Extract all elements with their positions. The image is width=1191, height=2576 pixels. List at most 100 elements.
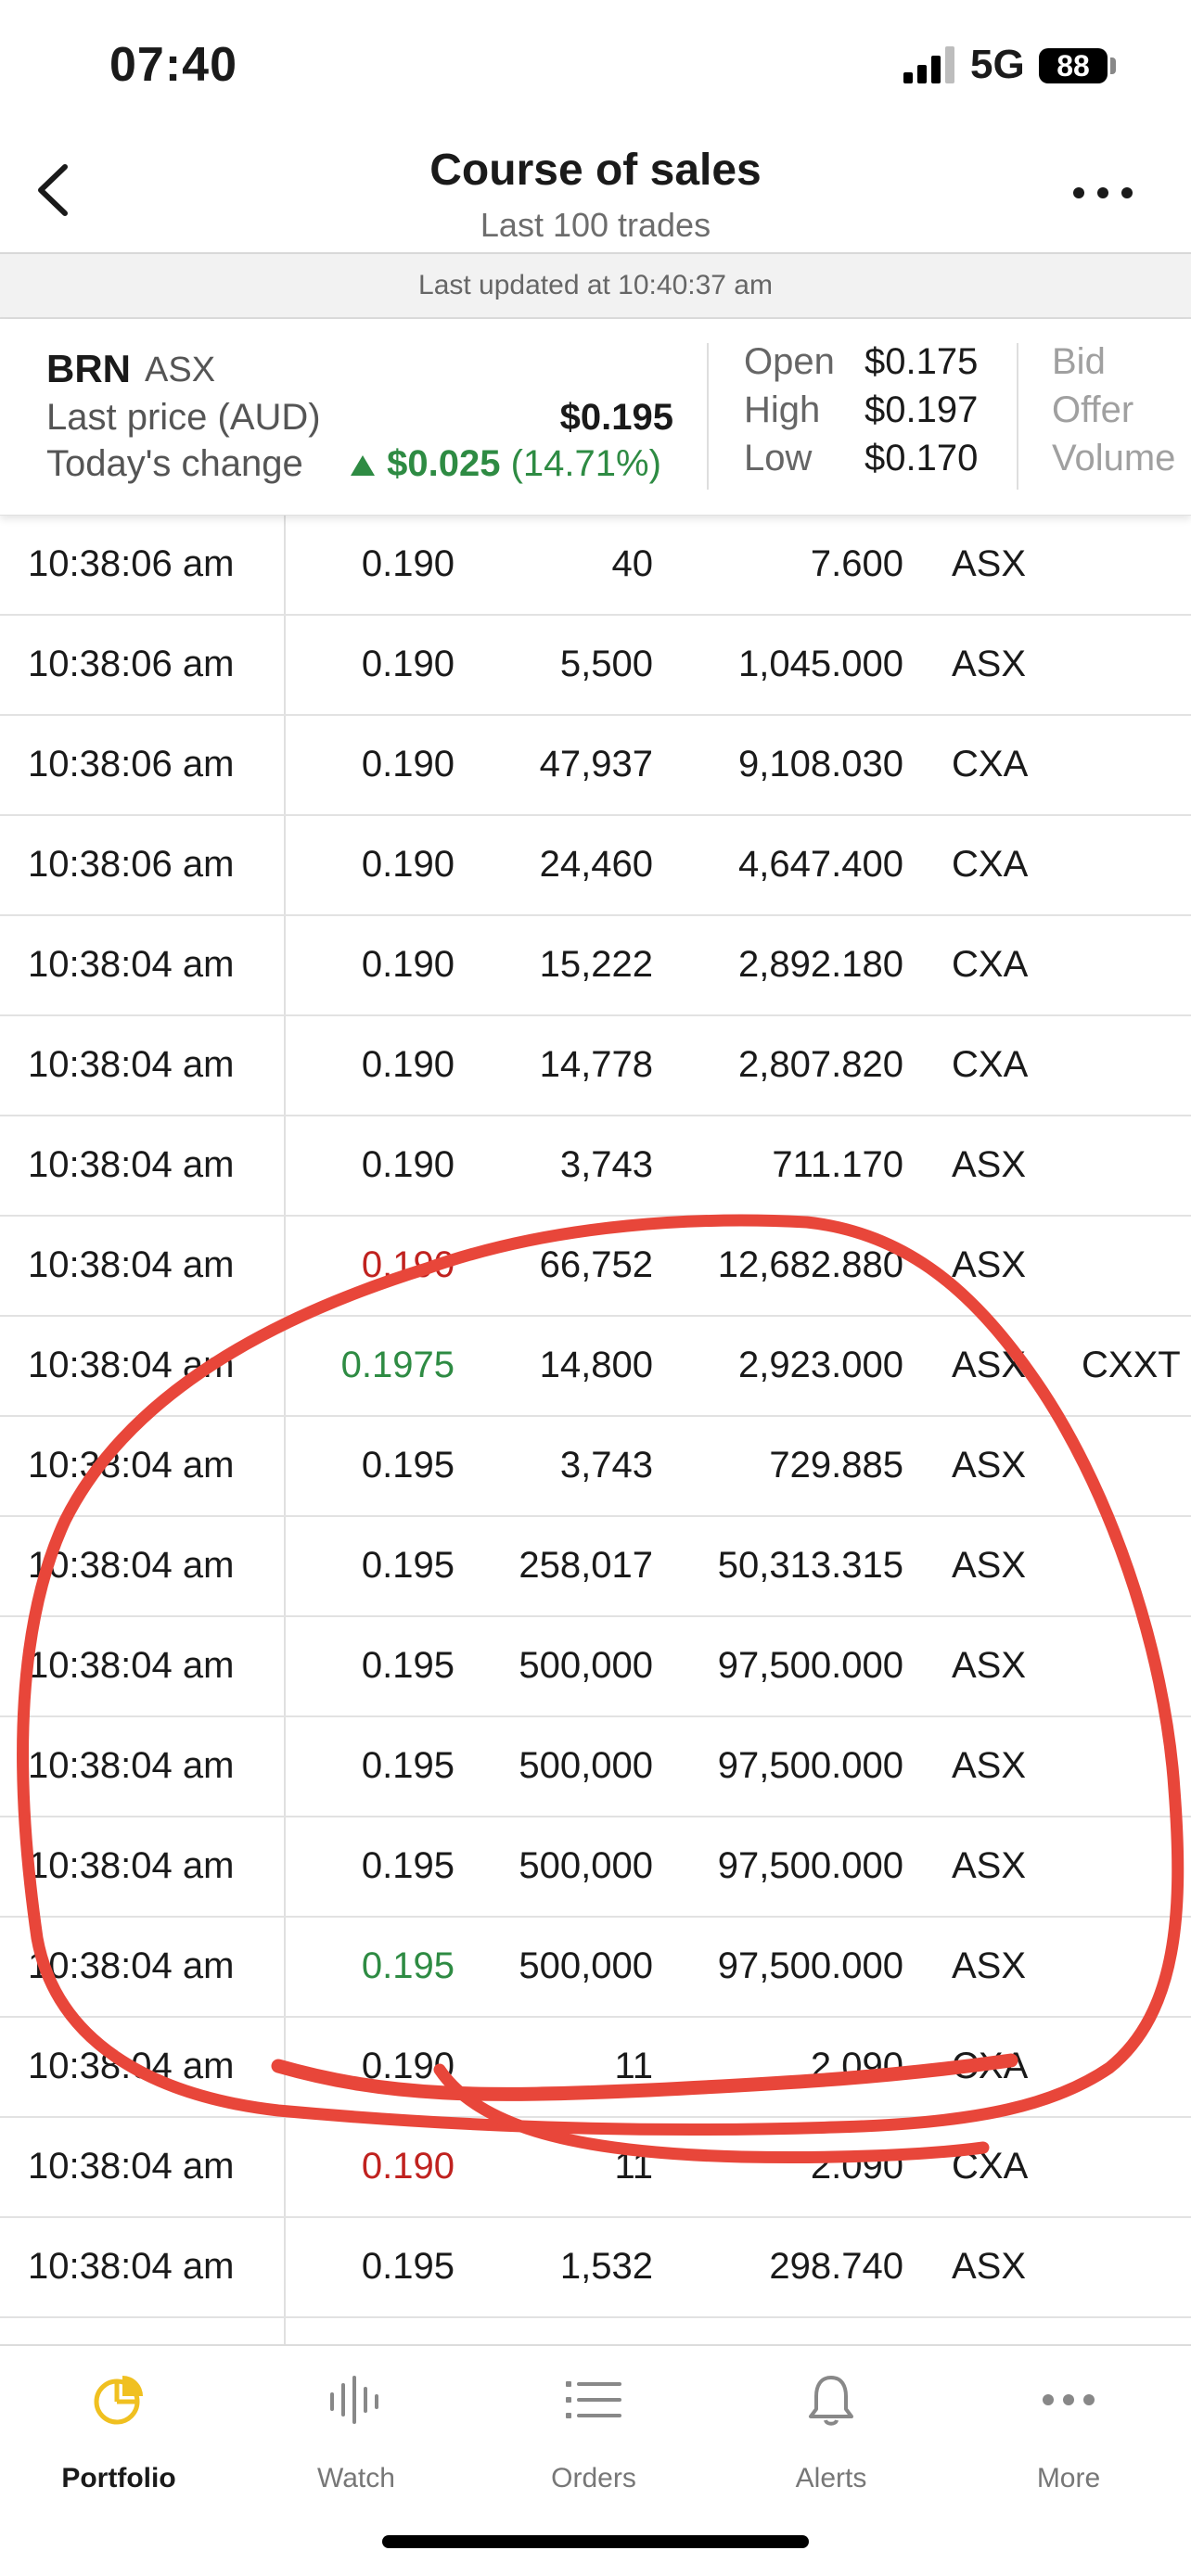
more-options-icon[interactable]	[1070, 182, 1135, 204]
trade-volume: 14,778	[539, 1044, 653, 1085]
trade-value: 2,807.820	[738, 1044, 903, 1085]
trade-price: 0.195	[361, 1845, 455, 1886]
trades-table[interactable]: 10:38:06 am 0.190 40 7.600 ASX 10:38:06 am 0.1…	[0, 516, 1191, 2344]
trade-value: 97,500.000	[717, 1845, 903, 1886]
trade-volume: 14,800	[539, 1345, 653, 1385]
trade-value: 12,682.880	[717, 1244, 903, 1285]
trade-price: 0.195	[361, 1645, 455, 1686]
tab-more[interactable]: More	[950, 2365, 1187, 2504]
nav-header: Course of sales Last 100 trades	[0, 130, 1191, 254]
trade-row: 10:38:04 am 0.195 3,743 729.885 ASX	[0, 1417, 1191, 1517]
trade-row: 10:38:04 am 0.190 11 2.090 CXA	[0, 2018, 1191, 2118]
trade-time: 10:38:04 am	[28, 1545, 235, 1586]
tab-orders[interactable]: Orders	[475, 2365, 712, 2504]
trade-row: 10:38:04 am 0.195 1,532 298.740 ASX	[0, 2218, 1191, 2318]
offer-label: Offer	[1052, 389, 1134, 430]
trade-value: 7.600	[810, 543, 903, 584]
quote-divider	[1017, 343, 1018, 490]
battery-icon: 88	[1039, 48, 1108, 83]
trade-price: 0.1975	[340, 1345, 455, 1385]
trade-value: 2,923.000	[738, 1345, 903, 1385]
signal-strength-icon	[903, 46, 954, 83]
trade-price: 0.195	[361, 1945, 455, 1986]
change-amount: $0.025	[387, 443, 501, 484]
trade-exchange: ASX	[952, 644, 1027, 684]
trade-condition: CXXT	[1082, 1345, 1181, 1385]
tab-label: Watch	[317, 2463, 395, 2493]
stock-code: BRN	[46, 347, 131, 390]
open-label: Open	[744, 341, 835, 382]
trade-price: 0.190	[361, 543, 455, 584]
status-time: 07:40	[109, 38, 237, 92]
trade-value: 729.885	[769, 1445, 903, 1486]
trade-exchange: CXA	[952, 2046, 1029, 2086]
trade-time: 10:38:04 am	[28, 2146, 235, 2187]
trade-exchange: ASX	[952, 1945, 1027, 1986]
tab-label: More	[1036, 2463, 1101, 2493]
trade-volume: 5,500	[559, 644, 653, 684]
trade-time: 10:38:06 am	[28, 744, 235, 784]
trade-time: 10:38:06 am	[28, 644, 235, 684]
home-indicator	[382, 2535, 809, 2548]
trade-price: 0.195	[361, 1545, 455, 1586]
trade-exchange: CXA	[952, 2146, 1029, 2187]
trade-exchange: ASX	[952, 1745, 1027, 1786]
waveform-icon	[330, 2376, 378, 2424]
trade-row: 10:38:04 am 0.195 500,000 97,500.000 ASX	[0, 1817, 1191, 1918]
trade-value: 97,500.000	[717, 1645, 903, 1686]
trade-time: 10:38:04 am	[28, 1244, 235, 1285]
trade-volume: 15,222	[539, 944, 653, 985]
trade-row: 10:38:06 am 0.190 47,937 9,108.030 CXA	[0, 716, 1191, 816]
trade-time: 10:38:04 am	[28, 1845, 235, 1886]
page-title: Course of sales	[429, 146, 762, 195]
trade-row: 10:38:06 am 0.190 24,460 4,647.400 CXA	[0, 816, 1191, 916]
tab-portfolio[interactable]: Portfolio	[0, 2365, 237, 2504]
list-icon	[566, 2381, 621, 2418]
trade-price: 0.190	[361, 1244, 455, 1285]
trade-time: 10:38:06 am	[28, 543, 235, 584]
ellipsis-icon	[1043, 2394, 1095, 2405]
trade-row: 10:38:04 am 0.195 258,017 50,313.315 ASX	[0, 1517, 1191, 1617]
trade-exchange: ASX	[952, 1244, 1027, 1285]
quote-divider	[707, 343, 709, 490]
trade-price: 0.190	[361, 1044, 455, 1085]
trade-exchange: ASX	[952, 1345, 1027, 1385]
bell-icon	[809, 2376, 853, 2426]
trade-value: 711.170	[772, 1144, 903, 1185]
trade-price: 0.195	[361, 2246, 455, 2287]
open-value: $0.175	[864, 341, 979, 382]
trade-exchange: ASX	[952, 1845, 1027, 1886]
trade-row: 10:38:04 am 0.190 11 2.090 CXA	[0, 2118, 1191, 2218]
trade-row: 10:38:04 am 0.190 3,743 711.170 ASX	[0, 1116, 1191, 1217]
trade-time: 10:38:04 am	[28, 1745, 235, 1786]
trade-volume: 500,000	[519, 1845, 653, 1886]
todays-change-label: Today's change	[46, 443, 303, 484]
trade-value: 4,647.400	[738, 844, 903, 885]
trade-time: 10:38:04 am	[28, 1345, 235, 1385]
trade-volume: 500,000	[519, 1945, 653, 1986]
trade-price: 0.195	[361, 1445, 455, 1486]
trade-exchange: ASX	[952, 1144, 1027, 1185]
volume-label: Volume	[1052, 438, 1176, 478]
trade-time: 10:38:04 am	[28, 2246, 235, 2287]
tab-alerts[interactable]: Alerts	[712, 2365, 950, 2504]
high-value: $0.197	[864, 389, 979, 430]
last-price-label: Last price (AUD)	[46, 397, 321, 438]
trade-volume: 500,000	[519, 1645, 653, 1686]
trade-exchange: ASX	[952, 543, 1027, 584]
trade-exchange: ASX	[952, 1645, 1027, 1686]
trade-row: 10:38:04 am 0.195 500,000 97,500.000 ASX	[0, 1717, 1191, 1817]
trade-value: 2,892.180	[738, 944, 903, 985]
trade-volume: 11	[614, 2146, 653, 2187]
trade-row: 10:38:06 am 0.190 5,500 1,045.000 ASX	[0, 616, 1191, 716]
trade-price: 0.190	[361, 2146, 455, 2187]
status-bar: 07:40 5G 88	[0, 0, 1191, 130]
trade-price: 0.195	[361, 1745, 455, 1786]
trade-row: 10:38:04 am 0.195 500,000 97,500.000 ASX	[0, 1918, 1191, 2018]
trade-value: 2.090	[810, 2146, 903, 2187]
tab-watch[interactable]: Watch	[237, 2365, 475, 2504]
trade-time: 10:38:04 am	[28, 1945, 235, 1986]
trade-volume: 11	[614, 2046, 653, 2086]
trade-exchange: CXA	[952, 744, 1029, 784]
up-triangle-icon	[351, 455, 375, 476]
